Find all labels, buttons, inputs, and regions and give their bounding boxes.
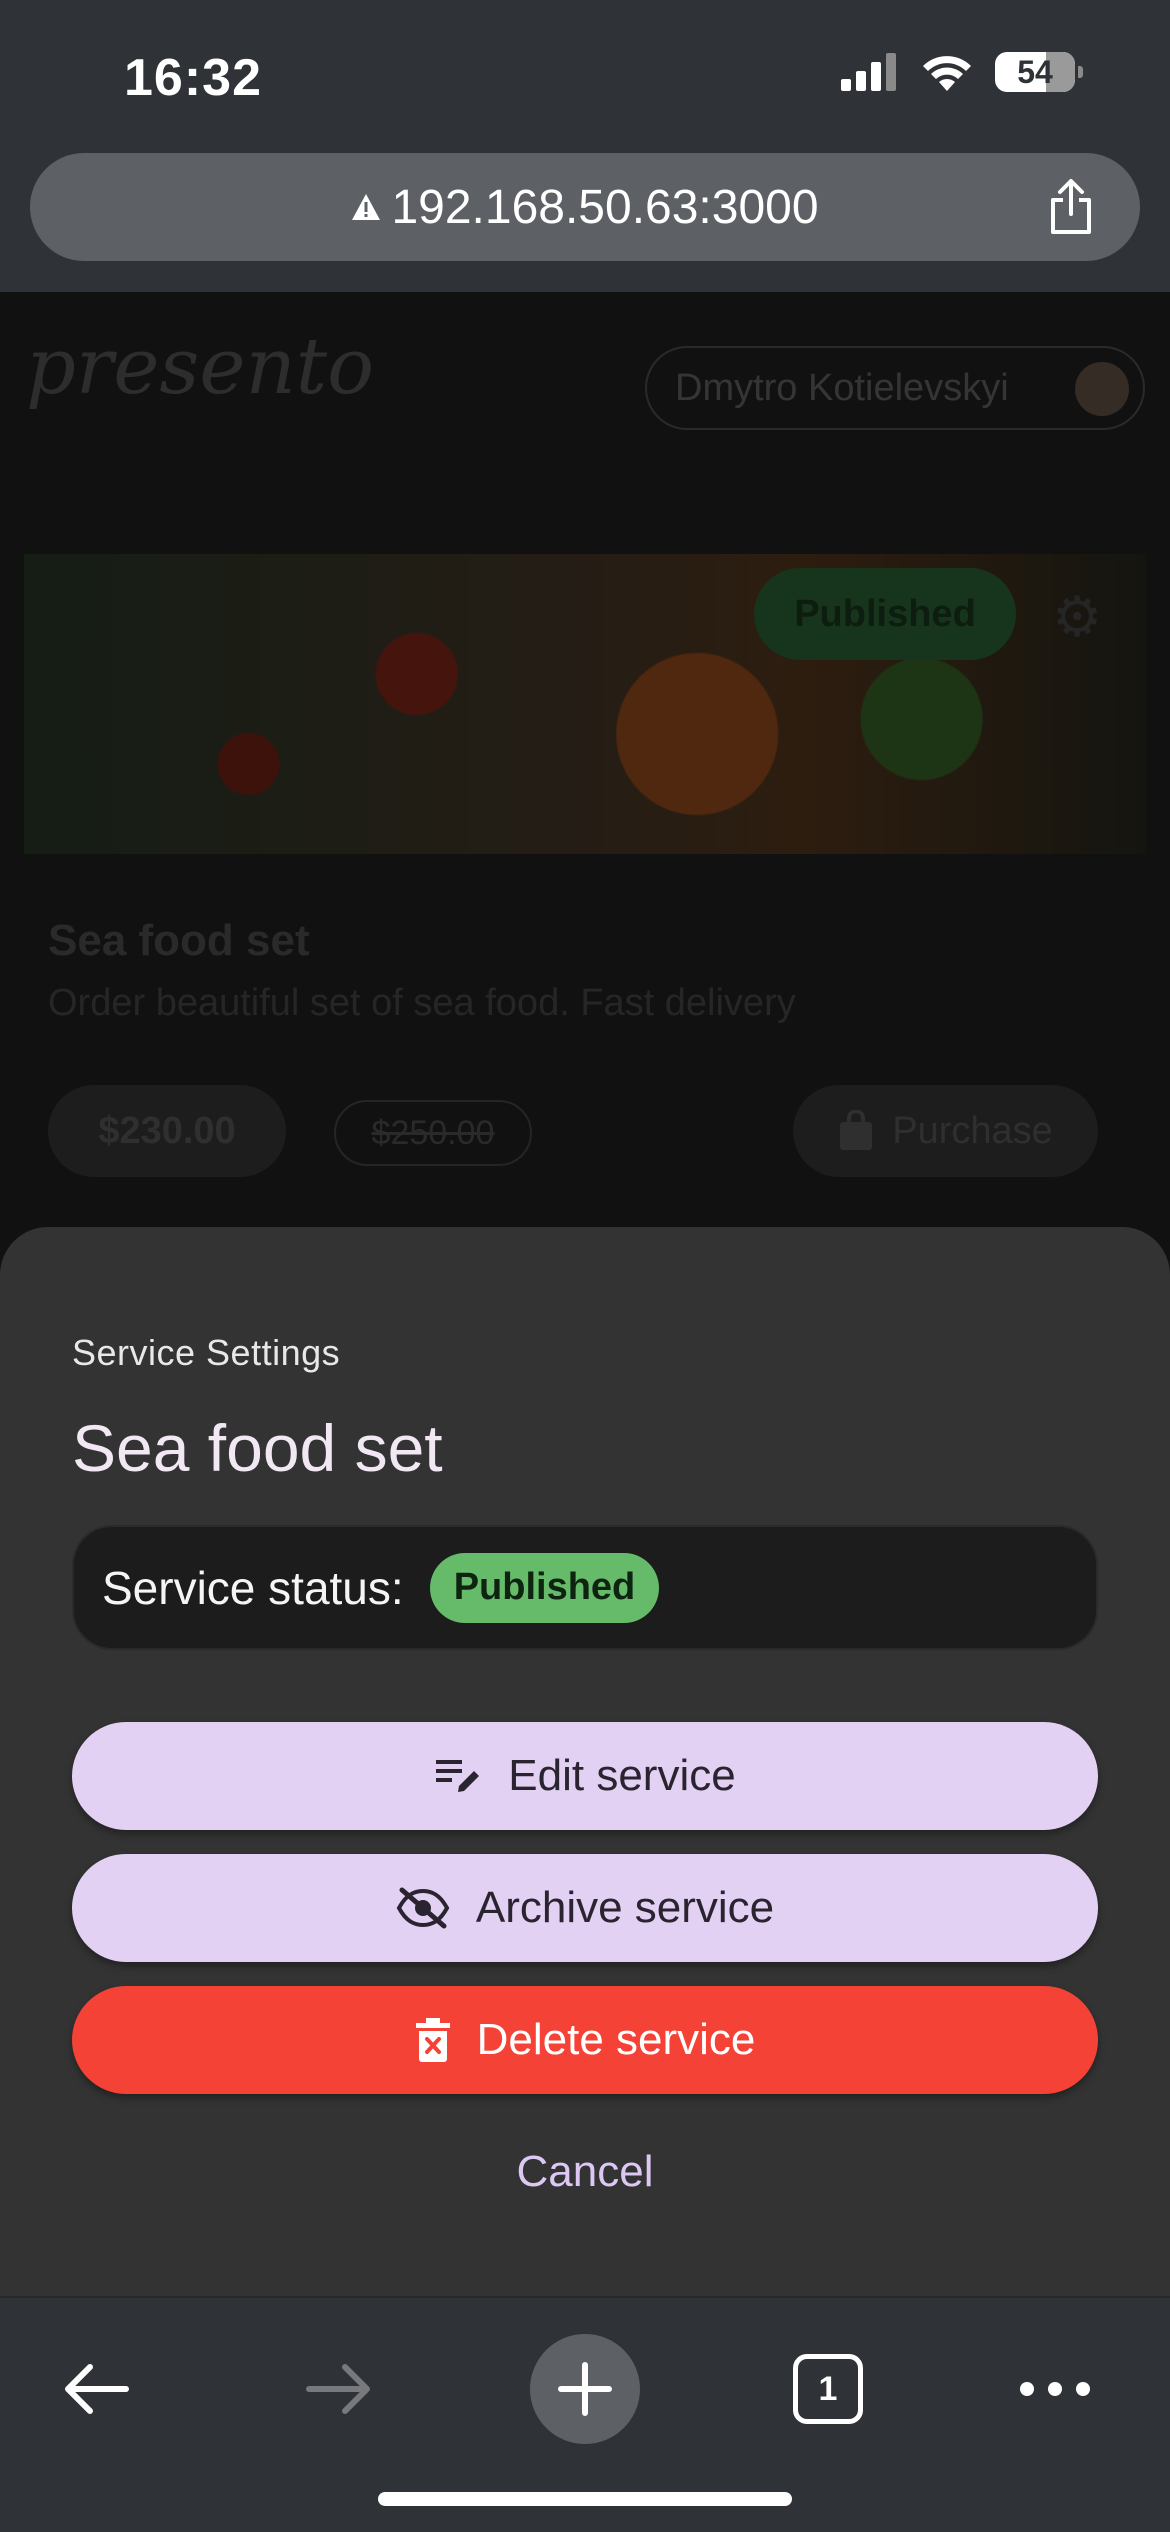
visibility-off-icon (396, 1887, 450, 1929)
status-time: 16:32 (124, 49, 262, 107)
browser-top-chrome: 16:32 54 192.168.50.63:3000 (0, 0, 1170, 292)
more-menu-button[interactable] (1000, 2334, 1110, 2444)
delete-service-button[interactable]: Delete service (72, 1986, 1098, 2094)
forward-button[interactable] (285, 2334, 395, 2444)
edit-note-icon (436, 1760, 480, 1792)
delete-icon (415, 2018, 450, 2062)
warning-icon (352, 194, 381, 220)
home-indicator (378, 2492, 792, 2506)
share-button[interactable] (1042, 177, 1100, 237)
sheet-overline: Service Settings (72, 1332, 341, 1373)
new-tab-button[interactable] (530, 2334, 640, 2444)
service-settings-sheet: Service Settings Sea food set Service st… (0, 1227, 1170, 2302)
archive-service-button[interactable]: Archive service (72, 1854, 1098, 1962)
status-icons: 54 (841, 52, 1083, 92)
url-text: 192.168.50.63:3000 (391, 180, 819, 234)
delete-service-label: Delete service (476, 2015, 756, 2064)
address-bar[interactable]: 192.168.50.63:3000 (30, 153, 1140, 261)
service-status-row: Service status: Published (72, 1525, 1098, 1650)
wifi-icon (923, 56, 971, 91)
cancel-button[interactable]: Cancel (0, 2147, 1170, 2197)
cellular-signal-icon (841, 53, 896, 91)
battery-level: 54 (1017, 53, 1053, 90)
sheet-title: Sea food set (72, 1411, 443, 1485)
edit-service-label: Edit service (508, 1751, 736, 1800)
arrow-left-icon (65, 2364, 129, 2414)
tab-switcher-button[interactable]: 1 (773, 2334, 883, 2444)
status-label: Service status: (102, 1561, 404, 1614)
archive-service-label: Archive service (475, 1883, 775, 1932)
edit-service-button[interactable]: Edit service (72, 1722, 1098, 1830)
more-horizontal-icon (1020, 2382, 1090, 2396)
tab-count: 1 (793, 2354, 863, 2424)
battery-icon: 54 (995, 52, 1083, 92)
arrow-right-icon (306, 2364, 370, 2414)
plus-icon (558, 2362, 612, 2416)
status-badge: Published (429, 1552, 660, 1623)
share-icon (1051, 179, 1091, 234)
back-button[interactable] (40, 2334, 150, 2444)
